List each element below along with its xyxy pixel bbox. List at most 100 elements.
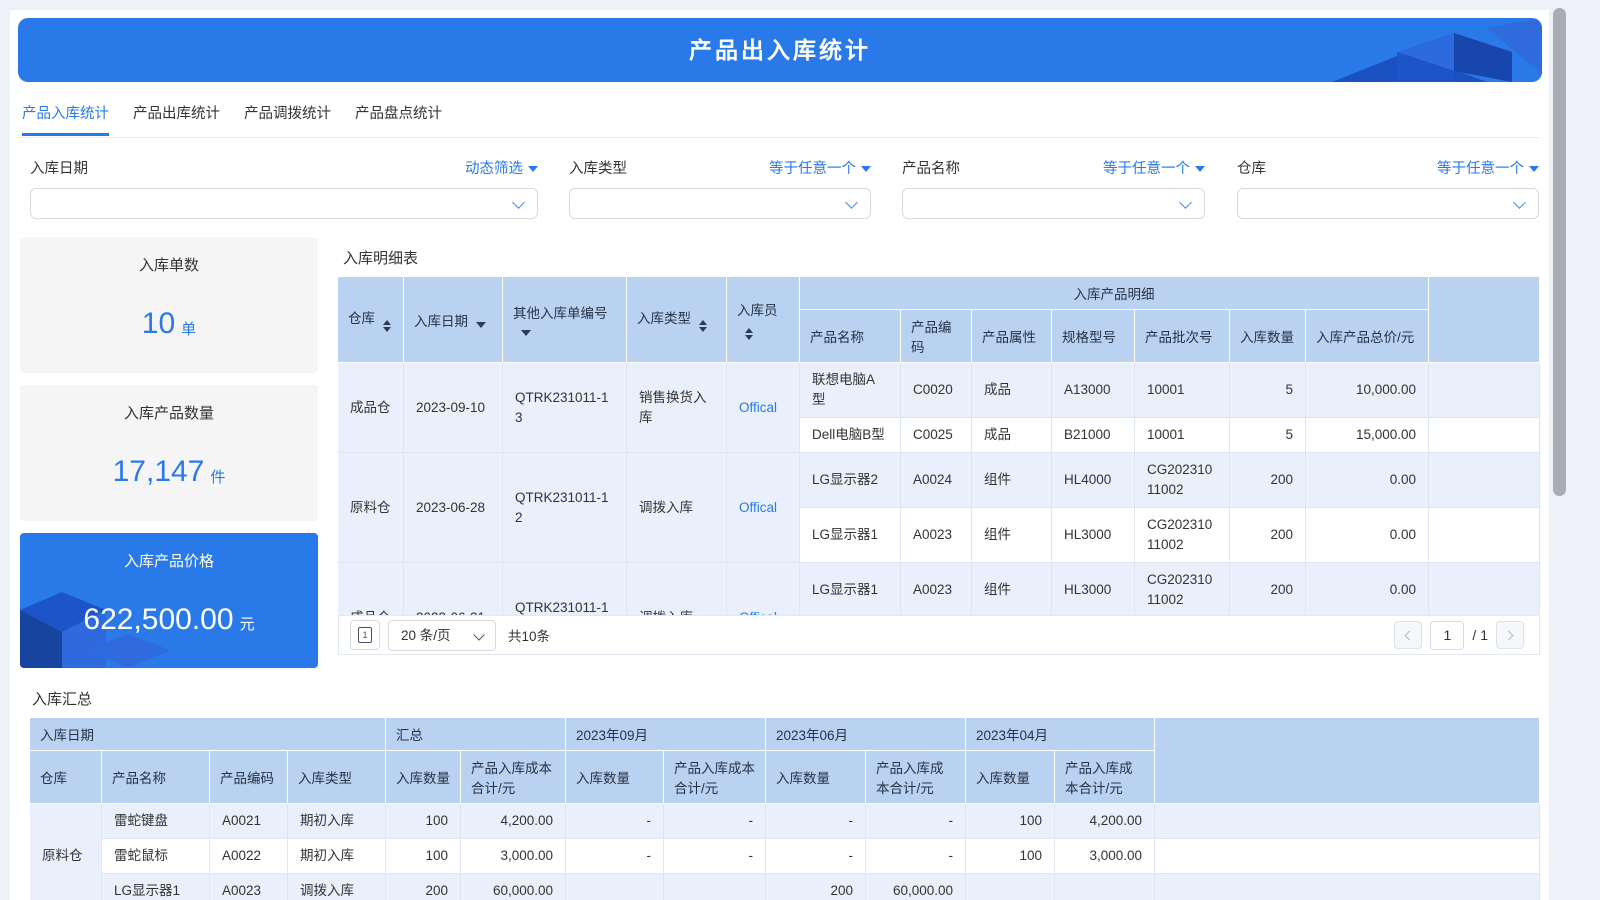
product-name-cell: LG显示器2 — [800, 453, 901, 508]
summary-group-header-0: 汇总 — [386, 718, 566, 751]
filter-select-2[interactable] — [902, 188, 1205, 219]
filter-label-1: 入库类型 — [569, 157, 627, 178]
qty-cell: 200 — [1230, 563, 1306, 615]
next-page-button[interactable] — [1496, 621, 1524, 649]
spec-cell: HL3000 — [1052, 563, 1135, 615]
date-cell: 2023-06-28 — [404, 453, 503, 563]
operator-cell: Offical — [727, 453, 800, 563]
operator-link[interactable]: Offical — [739, 400, 777, 415]
caret-down-icon — [699, 327, 707, 332]
product-col-header-5[interactable]: 入库数量 — [1230, 310, 1306, 363]
qty-cell: 5 — [1230, 363, 1306, 418]
stat-value-unit: 件 — [210, 458, 225, 487]
col-header-0[interactable]: 仓库 — [338, 277, 404, 363]
order-no-cell: QTRK231011-13 — [503, 363, 627, 453]
caret-down-icon — [1529, 166, 1539, 172]
filter-head-0: 入库日期动态筛选 — [30, 156, 538, 178]
stat-value-unit: 单 — [181, 310, 196, 339]
spec-cell: HL4000 — [1052, 453, 1135, 508]
product-col-header-1[interactable]: 产品编码 — [901, 310, 972, 363]
summary-value-cell-5: - — [866, 804, 966, 839]
caret-up-icon — [383, 320, 391, 325]
summary-filler-header — [1155, 718, 1540, 804]
product-name-cell: LG显示器1 — [800, 508, 901, 563]
stat-value-number: 10 — [142, 307, 175, 341]
product-col-header-2[interactable]: 产品属性 — [972, 310, 1052, 363]
page-size-value: 20 条/页 — [401, 628, 451, 643]
filter-select-3[interactable] — [1237, 188, 1539, 219]
summary-value-cell-3: - — [664, 804, 766, 839]
date-cell: 2023-06-21 — [404, 563, 503, 615]
filter-head-2: 产品名称等于任意一个 — [902, 156, 1205, 178]
product-attr-cell: 组件 — [972, 563, 1052, 615]
prev-page-button[interactable] — [1394, 621, 1422, 649]
product-code-cell: C0020 — [901, 363, 972, 418]
chevron-down-icon — [845, 196, 858, 209]
tab-bar: 产品入库统计产品出库统计产品调拨统计产品盘点统计 — [18, 100, 1540, 138]
operator-link[interactable]: Offical — [739, 500, 777, 515]
type-cell: 销售换货入库 — [627, 363, 727, 453]
product-col-header-6[interactable]: 入库产品总价/元 — [1306, 310, 1429, 363]
filter-select-1[interactable] — [569, 188, 871, 219]
tab-0[interactable]: 产品入库统计 — [22, 100, 109, 136]
summary-filler-cell — [1155, 874, 1540, 900]
product-attr-cell: 组件 — [972, 453, 1052, 508]
operator-cell: Offical — [727, 563, 800, 615]
filler-cell — [1429, 508, 1540, 563]
tab-1[interactable]: 产品出库统计 — [133, 100, 220, 136]
product-col-header-4[interactable]: 产品批次号 — [1135, 310, 1230, 363]
stat-card-value-2: 622,500.00元 — [83, 571, 254, 668]
summary-value-cell-6 — [966, 874, 1055, 900]
chevron-down-icon — [512, 196, 525, 209]
col-header-3[interactable]: 入库类型 — [627, 277, 727, 363]
warehouse-cell: 成品仓 — [338, 363, 404, 453]
vertical-scrollbar-thumb[interactable] — [1553, 8, 1566, 496]
filter-condition-3[interactable]: 等于任意一个 — [1437, 157, 1539, 178]
summary-value-cell-0: 100 — [386, 839, 461, 874]
col-header-1[interactable]: 入库日期 — [404, 277, 503, 363]
pagination-layout-button[interactable]: 1 — [350, 620, 380, 650]
summary-metric-col-3-1: 产品入库成本合计/元 — [1055, 751, 1155, 804]
warehouse-cell: 原料仓 — [338, 453, 404, 563]
filter-condition-1[interactable]: 等于任意一个 — [769, 157, 871, 178]
summary-value-cell-6: 100 — [966, 804, 1055, 839]
chevron-down-icon — [1513, 196, 1526, 209]
product-col-header-3[interactable]: 规格型号 — [1052, 310, 1135, 363]
summary-metric-col-1-1: 产品入库成本合计/元 — [664, 751, 766, 804]
filler-header — [1429, 277, 1540, 363]
summary-type-cell: 调拨入库 — [288, 874, 386, 900]
filter-select-0[interactable] — [30, 188, 538, 219]
order-no-cell: QTRK231011-11 — [503, 563, 627, 615]
caret-down-icon — [521, 330, 531, 336]
stat-value-number: 17,147 — [113, 455, 205, 489]
total-price-cell: 10,000.00 — [1306, 363, 1429, 418]
summary-type-cell: 期初入库 — [288, 804, 386, 839]
product-name-cell: LG显示器1 — [800, 563, 901, 615]
detail-row: 原料仓2023-06-28QTRK231011-12调拨入库OfficalLG显… — [338, 453, 1540, 508]
caret-down-icon — [476, 322, 486, 328]
operator-cell: Offical — [727, 363, 800, 453]
tab-2[interactable]: 产品调拨统计 — [244, 100, 331, 136]
batch-cell: CG20231011002 — [1135, 563, 1230, 615]
tab-3[interactable]: 产品盘点统计 — [355, 100, 442, 136]
product-code-cell: C0025 — [901, 418, 972, 453]
date-cell: 2023-09-10 — [404, 363, 503, 453]
page-size-select[interactable]: 20 条/页 — [388, 620, 496, 651]
caret-down-icon — [383, 327, 391, 332]
sort-both-icon — [383, 320, 391, 332]
filter-condition-0[interactable]: 动态筛选 — [465, 157, 538, 178]
summary-value-cell-6: 100 — [966, 839, 1055, 874]
summary-metric-col-0-0: 入库数量 — [386, 751, 461, 804]
product-col-header-0[interactable]: 产品名称 — [800, 310, 901, 363]
filter-condition-2[interactable]: 等于任意一个 — [1103, 157, 1205, 178]
spec-cell: A13000 — [1052, 363, 1135, 418]
col-header-2[interactable]: 其他入库单编号 — [503, 277, 627, 363]
batch-cell: 10001 — [1135, 363, 1230, 418]
batch-cell: 10001 — [1135, 418, 1230, 453]
summary-corner-header: 入库日期 — [30, 718, 386, 751]
page-number-input[interactable] — [1430, 621, 1464, 650]
summary-value-cell-2 — [566, 874, 664, 900]
spec-cell: HL3000 — [1052, 508, 1135, 563]
col-header-4[interactable]: 入库员 — [727, 277, 800, 363]
stat-card-title-2: 入库产品价格 — [124, 550, 214, 571]
